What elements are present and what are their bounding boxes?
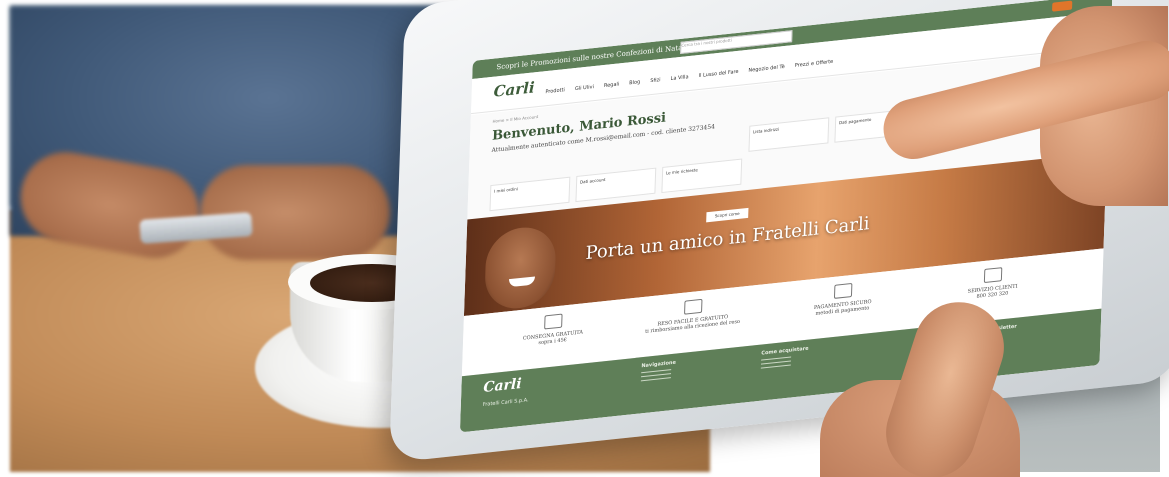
nav-item[interactable]: Il Lusso del Fare xyxy=(698,69,738,79)
tablet-screen: Scopri le Promozioni sulle nostre Confez… xyxy=(459,0,1113,433)
photo-scene: Scopri le Promozioni sulle nostre Confez… xyxy=(0,0,1169,477)
account-box-label: Lista indirizzi xyxy=(753,126,780,135)
smiling-woman xyxy=(483,224,557,312)
truck-icon xyxy=(544,313,563,330)
breadcrumb[interactable]: Home > Il Mio Account xyxy=(493,114,539,124)
account-box-label: Le mie richieste xyxy=(665,167,698,176)
nav-item[interactable]: Prodotti xyxy=(545,87,565,95)
footer-link[interactable] xyxy=(760,364,791,369)
footer-buy-col: Come acquistare xyxy=(760,345,809,372)
footer-logo[interactable]: Carli xyxy=(483,376,522,396)
nav-item[interactable]: Regali xyxy=(604,81,620,89)
feature-payment: PAGAMENTO SICURO metodi di pagamento xyxy=(792,279,893,320)
nav-item[interactable]: La Villa xyxy=(670,74,688,82)
account-box-label: I miei ordini xyxy=(494,186,518,194)
nav-item[interactable]: Prezzi e Offerte xyxy=(795,59,834,69)
feature-service: SERVIZIO CLIENTI 800 320 320 xyxy=(942,263,1043,304)
account-box-orders[interactable]: I miei ordini xyxy=(489,176,571,212)
account-box-addresses[interactable]: Lista indirizzi xyxy=(748,117,830,152)
nav-item[interactable]: Sfizi xyxy=(650,77,661,84)
footer-nav-col: Navigazione xyxy=(640,359,676,385)
feature-delivery: CONSEGNA GRATUITA sopra i 45€ xyxy=(503,309,604,350)
carli-logo[interactable]: Carli xyxy=(493,78,535,100)
footer-col-title: Come acquistare xyxy=(761,345,809,357)
nav-item[interactable]: Gli Ulivi xyxy=(575,84,594,92)
nav-item[interactable]: Blog xyxy=(629,79,640,86)
hero-title: Porta un amico in Fratelli Carli xyxy=(585,213,870,265)
account-box-requests[interactable]: Le mie richieste xyxy=(661,158,743,194)
person-right-hand xyxy=(200,165,390,260)
hero-cta-button[interactable]: Scopri come xyxy=(706,207,749,223)
footer-company: Fratelli Carli S.p.A. xyxy=(482,397,529,409)
footer-col-title: Navigazione xyxy=(641,359,676,370)
feature-returns: RESO FACILE E GRATUITO ti rimborsiamo al… xyxy=(642,294,743,335)
account-box-label: Dati pagamento xyxy=(838,116,872,126)
footer-link[interactable] xyxy=(640,377,671,382)
account-box-data[interactable]: Dati account xyxy=(575,167,657,203)
nav-item[interactable]: Negozio del Tè xyxy=(748,64,785,74)
lock-icon xyxy=(833,282,853,299)
return-icon xyxy=(684,298,703,315)
account-box-label: Dati account xyxy=(580,176,606,185)
phone-icon xyxy=(983,267,1003,284)
